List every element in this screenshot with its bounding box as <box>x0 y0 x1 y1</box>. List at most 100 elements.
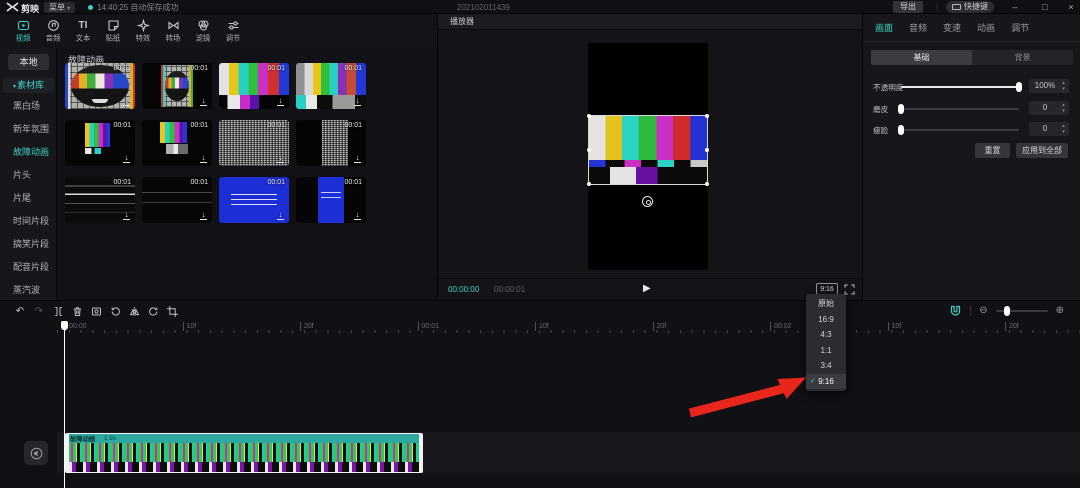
subtab-background[interactable]: 背景 <box>972 50 1073 65</box>
slider-knob[interactable] <box>1016 82 1022 92</box>
resize-handle-tl[interactable] <box>587 114 591 118</box>
stepper-icon[interactable]: ▴▾ <box>1060 102 1067 114</box>
slider-knob[interactable] <box>898 125 904 135</box>
media-thumbnail-sm2[interactable]: 00:01↓ <box>296 63 366 109</box>
download-icon[interactable]: ↓ <box>277 97 284 106</box>
download-icon[interactable]: ↓ <box>277 211 284 220</box>
play-button[interactable]: ▶ <box>643 283 651 294</box>
ratio-option-3:4[interactable]: 3:4 <box>806 358 846 374</box>
resize-handle-tr[interactable] <box>705 114 709 118</box>
stepper-icon[interactable]: ▴▾ <box>1060 80 1067 92</box>
reset-button[interactable]: 重置 <box>975 143 1010 158</box>
media-thumbnail-gl2[interactable]: 00:01↓ <box>142 177 212 223</box>
category-item[interactable]: 搞笑片段 <box>0 233 57 256</box>
minimize-button[interactable]: – <box>1008 1 1022 13</box>
media-thumbnail-barsg[interactable]: 00:01↓ <box>142 120 212 166</box>
ratio-option-1:1[interactable]: 1:1 <box>806 343 846 359</box>
media-thumbnail-noise[interactable]: 00:01↓ <box>219 120 289 166</box>
subtab-basic[interactable]: 基础 <box>871 50 972 65</box>
reverse-button[interactable] <box>109 305 121 317</box>
slim-face-slider[interactable] <box>901 129 1019 131</box>
close-button[interactable]: × <box>1064 1 1078 13</box>
download-icon[interactable]: ↓ <box>354 211 361 220</box>
opacity-value[interactable]: 100%▴▾ <box>1029 79 1069 93</box>
category-item[interactable]: 新年氛围 <box>0 118 57 141</box>
ratio-option-9:16[interactable]: ✓9:16 <box>806 374 846 390</box>
category-item[interactable]: 故障动画 <box>0 141 57 164</box>
download-icon[interactable]: ↓ <box>277 154 284 163</box>
category-item[interactable]: 时间片段 <box>0 210 57 233</box>
playhead-line[interactable] <box>64 321 65 488</box>
ribbon-tab-text[interactable]: TI 文本 <box>68 14 98 48</box>
media-thumbnail-bars[interactable]: 00:01↓ <box>65 120 135 166</box>
category-item[interactable]: 片头 <box>0 164 57 187</box>
smooth-skin-slider[interactable] <box>901 108 1019 110</box>
tab-animation[interactable]: 动画 <box>977 21 995 34</box>
mute-original-audio-button[interactable] <box>24 441 48 465</box>
split-button[interactable] <box>52 305 64 317</box>
ribbon-tab-effects[interactable]: 特效 <box>128 14 158 48</box>
crop-button[interactable] <box>166 305 178 317</box>
zoom-in-icon[interactable]: ⊕ <box>1056 305 1064 317</box>
slim-face-value[interactable]: 0▴▾ <box>1029 122 1069 136</box>
shortcuts-button[interactable]: 快捷键 <box>946 1 994 13</box>
resize-handle-right[interactable] <box>705 148 709 152</box>
apply-to-all-button[interactable]: 应用到全部 <box>1016 143 1068 158</box>
preview-canvas[interactable] <box>588 43 708 270</box>
opacity-slider[interactable] <box>901 86 1019 88</box>
resize-handle-left[interactable] <box>587 148 591 152</box>
fullscreen-icon[interactable] <box>844 284 855 295</box>
playhead-handle[interactable] <box>61 321 68 330</box>
download-icon[interactable]: ↓ <box>123 211 130 220</box>
mirror-button[interactable] <box>128 305 140 317</box>
category-item[interactable]: 配音片段 <box>0 256 57 279</box>
export-button[interactable]: 导出 <box>893 1 923 13</box>
timeline-zoom-slider[interactable] <box>996 310 1048 312</box>
category-item[interactable]: 黑白场 <box>0 95 57 118</box>
category-item[interactable]: 片尾 <box>0 187 57 210</box>
local-media-button[interactable]: 本地 <box>8 54 49 70</box>
menu-button[interactable]: 菜单 ▾ <box>44 2 75 13</box>
trim-handle-right[interactable] <box>419 434 422 472</box>
preview-clip-image[interactable] <box>588 115 708 185</box>
download-icon[interactable]: ↓ <box>200 211 207 220</box>
trim-handle-left[interactable] <box>66 434 69 472</box>
zoom-slider-knob[interactable] <box>1004 306 1010 316</box>
tab-picture[interactable]: 画面 <box>875 21 893 34</box>
smooth-skin-value[interactable]: 0▴▾ <box>1029 101 1069 115</box>
snap-magnet-icon[interactable] <box>949 305 962 317</box>
rotate-button[interactable] <box>147 305 159 317</box>
timeline-ruler[interactable]: 00:0010f20f00:0110f20f00:0210f20f <box>0 321 1080 335</box>
download-icon[interactable]: ↓ <box>200 97 207 106</box>
ribbon-tab-adjust[interactable]: 调节 <box>218 14 248 48</box>
download-icon[interactable]: ↓ <box>123 154 130 163</box>
media-thumbnail-pm2[interactable]: 00:01↓ <box>142 63 212 109</box>
redo-button[interactable]: ↷ <box>33 305 45 317</box>
tab-audio[interactable]: 音频 <box>909 21 927 34</box>
category-item[interactable]: 蒸汽波 <box>0 279 57 302</box>
stepper-icon[interactable]: ▴▾ <box>1060 123 1067 135</box>
maximize-button[interactable]: □ <box>1038 1 1052 13</box>
media-thumbnail-blue[interactable]: 00:01↓ <box>219 177 289 223</box>
media-thumbnail-noise2[interactable]: 00:01↓ <box>296 120 366 166</box>
ribbon-tab-sticker[interactable]: 贴纸 <box>98 14 128 48</box>
ribbon-tab-video[interactable]: 视频 <box>8 14 38 48</box>
download-icon[interactable]: ↓ <box>354 97 361 106</box>
media-thumbnail-sm1[interactable]: 00:01↓ <box>219 63 289 109</box>
ribbon-tab-transition[interactable]: 转场 <box>158 14 188 48</box>
ratio-option-4:3[interactable]: 4:3 <box>806 327 846 343</box>
undo-button[interactable]: ↶ <box>14 305 26 317</box>
ribbon-tab-filter[interactable]: 滤镜 <box>188 14 218 48</box>
media-thumbnail-gl1[interactable]: 00:01↓ <box>65 177 135 223</box>
ratio-option-16:9[interactable]: 16:9 <box>806 312 846 328</box>
resize-handle-br[interactable] <box>705 182 709 186</box>
ribbon-tab-audio[interactable]: 音频 <box>38 14 68 48</box>
tab-adjust[interactable]: 调节 <box>1011 21 1029 34</box>
slider-knob[interactable] <box>898 104 904 114</box>
material-library-button[interactable]: ▾素材库 <box>3 78 54 93</box>
download-icon[interactable]: ↓ <box>123 97 130 106</box>
media-thumbnail-blue2[interactable]: 00:01↓ <box>296 177 366 223</box>
media-thumbnail-pm1[interactable]: 00:01↓ <box>65 63 135 109</box>
ratio-option-原始[interactable]: 原始 <box>806 296 846 312</box>
rotate-handle[interactable] <box>642 196 653 207</box>
